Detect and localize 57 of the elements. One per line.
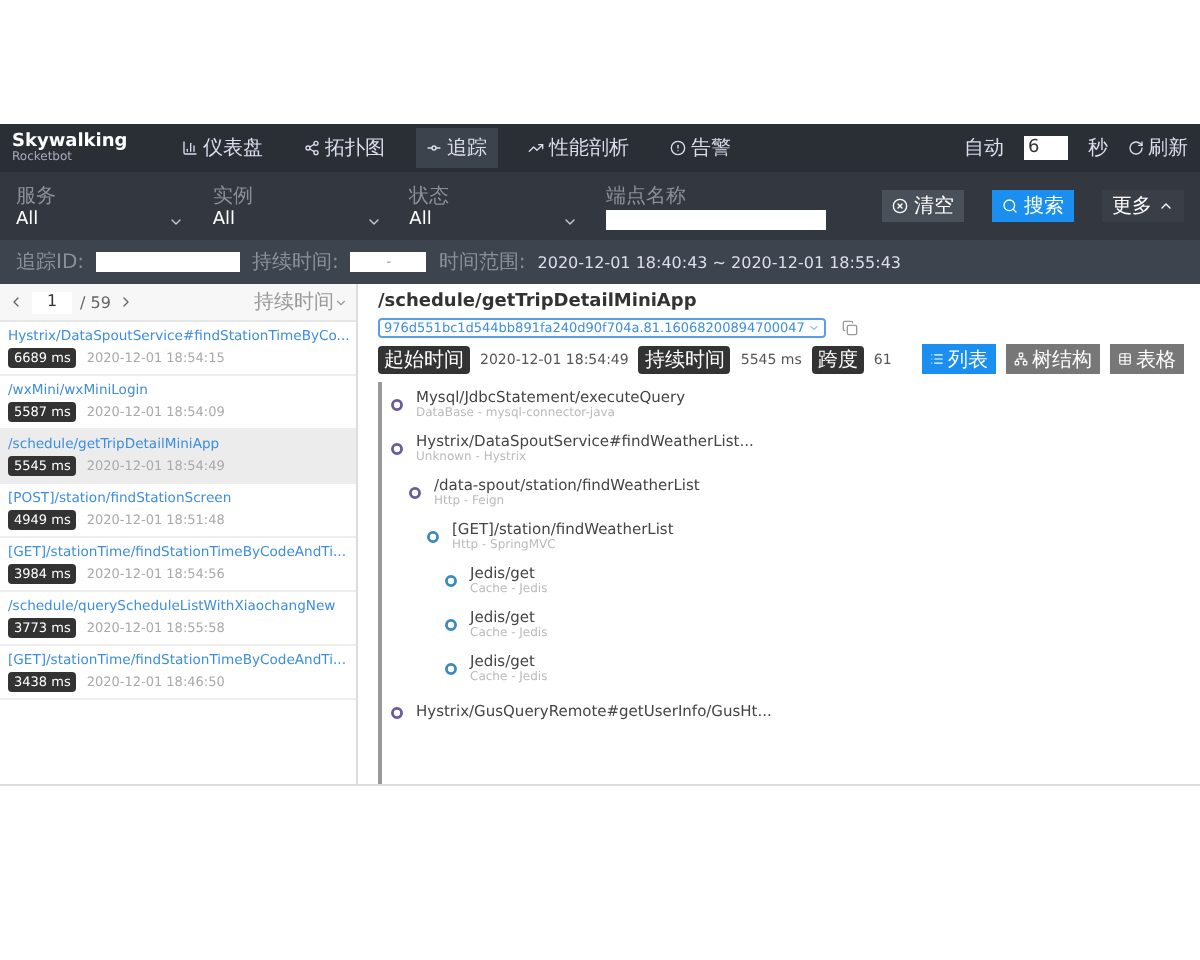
span-node-icon — [390, 397, 404, 411]
search-icon — [1001, 198, 1018, 214]
time-range[interactable]: 2020-12-01 18:40:43 ~ 2020-12-01 18:55:43 — [537, 253, 901, 271]
nav-tab[interactable]: 告警 — [659, 128, 742, 168]
span-node-icon — [444, 661, 458, 675]
more-button[interactable]: 更多 — [1101, 190, 1184, 222]
tag-label: 起始时间 — [378, 345, 470, 373]
bar-chart-icon — [181, 140, 198, 156]
view-tab[interactable]: 树结构 — [1006, 344, 1100, 374]
filter-select[interactable]: 实例 All — [212, 182, 382, 230]
filter-select[interactable]: 状态 All — [409, 182, 578, 230]
list-icon — [930, 352, 944, 366]
span-node-icon — [390, 705, 404, 719]
span-node-icon — [444, 573, 458, 587]
chevron-down-icon — [365, 214, 382, 230]
network-icon — [1014, 352, 1028, 366]
span-node-icon — [408, 485, 422, 499]
trace-title: /schedule/getTripDetailMiniApp — [378, 292, 699, 312]
share-icon — [303, 140, 320, 156]
interval-field[interactable]: 6 — [1024, 136, 1068, 160]
copy-icon[interactable] — [842, 320, 859, 336]
unit-label: 秒 — [1088, 135, 1108, 162]
tag-label: 跨度 — [811, 345, 864, 373]
trace-id-field[interactable] — [96, 252, 241, 272]
endpoint-field[interactable] — [605, 210, 826, 230]
nav-tab[interactable]: 性能剖析 — [517, 128, 640, 168]
trend-icon — [527, 140, 544, 156]
clear-icon — [891, 198, 908, 214]
span-node-icon — [390, 441, 404, 455]
commit-icon — [425, 140, 442, 156]
trace-id-label: 追踪ID: — [16, 249, 85, 276]
filter-label: 端点名称 — [605, 183, 688, 210]
alert-circle-icon — [669, 140, 686, 156]
chevron-left-icon[interactable] — [8, 294, 24, 310]
tag-label: 持续时间 — [638, 345, 731, 373]
page-field[interactable]: 1 — [32, 291, 72, 313]
duration-label: 持续时间: — [252, 249, 339, 276]
nav-tab[interactable]: 仪表盘 — [171, 128, 274, 168]
page-total: / 59 — [80, 293, 111, 311]
nav-tab[interactable]: 拓扑图 — [293, 128, 396, 168]
nav-tab[interactable]: 追踪 — [415, 128, 498, 168]
chevron-down-icon — [808, 322, 821, 334]
chevron-down-icon — [561, 214, 578, 230]
view-tab[interactable]: 表格 — [1110, 344, 1184, 374]
brand-logo: Skywalking — [12, 133, 128, 151]
chevron-up-icon — [1157, 198, 1174, 214]
clear-button[interactable]: 清空 — [881, 190, 964, 222]
refresh-icon — [1128, 140, 1144, 156]
range-label: 时间范围: — [438, 249, 526, 276]
span-node-icon — [426, 529, 440, 543]
table-icon — [1118, 352, 1132, 366]
span-node-icon — [444, 617, 458, 631]
auto-label: 自动 — [964, 136, 1004, 162]
chevron-down-icon — [168, 214, 185, 230]
filter-select[interactable]: 服务 All — [16, 182, 185, 230]
refresh-button[interactable]: 刷新 — [1128, 134, 1188, 162]
chevron-down-icon — [334, 295, 348, 309]
